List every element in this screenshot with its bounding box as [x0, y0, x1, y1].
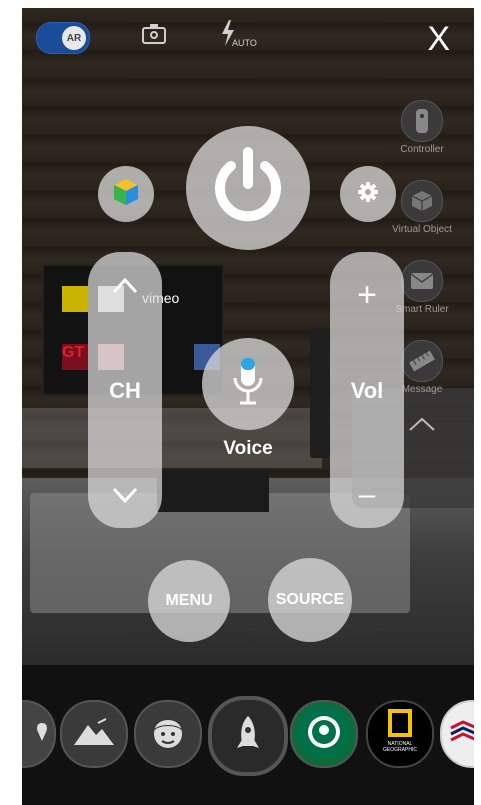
side-item-label: Virtual Object — [392, 224, 452, 235]
side-item-controller[interactable]: Controller — [382, 100, 462, 155]
flash-auto-icon[interactable]: AUTO — [220, 20, 257, 51]
channel-down-button[interactable] — [88, 480, 162, 510]
carousel-item[interactable] — [60, 700, 128, 768]
cube-icon — [401, 180, 443, 222]
bank-icon — [449, 719, 474, 749]
voice-button[interactable] — [202, 338, 294, 430]
power-button[interactable] — [186, 126, 310, 250]
settings-button[interactable] — [340, 166, 396, 222]
volume-control: + Vol – — [330, 252, 404, 528]
volume-down-button[interactable]: – — [330, 480, 404, 510]
channel-control: CH — [88, 252, 162, 528]
voice-label: Voice — [223, 438, 273, 459]
partial-app-icon — [35, 722, 49, 747]
top-bar: AR AUTO X — [22, 8, 474, 78]
gear-icon — [357, 181, 379, 208]
carousel-item-selected[interactable] — [208, 696, 288, 776]
object-carousel: NATIONAL GEOGRAPHIC — [22, 696, 474, 780]
carousel-item[interactable] — [290, 700, 358, 768]
channel-up-button[interactable] — [88, 270, 162, 300]
starbucks-icon — [296, 704, 352, 765]
chevron-up-icon[interactable] — [408, 416, 436, 437]
speaker — [310, 328, 330, 458]
menu-button[interactable]: MENU — [148, 560, 230, 642]
channel-label: CH — [109, 378, 141, 403]
flash-mode-label: AUTO — [232, 38, 257, 48]
smart-hub-button[interactable] — [98, 166, 154, 222]
rocket-icon — [233, 714, 263, 759]
close-button[interactable]: X — [427, 22, 450, 56]
svg-text:GEOGRAPHIC: GEOGRAPHIC — [383, 747, 417, 753]
ar-toggle[interactable]: AR — [36, 22, 90, 54]
volume-up-button[interactable]: + — [330, 278, 404, 312]
menu-label: MENU — [165, 592, 213, 609]
smart-hub-icon — [113, 178, 139, 211]
coffee-table — [157, 470, 269, 512]
tv-tile — [62, 286, 88, 312]
face-icon — [150, 712, 186, 757]
natgeo-icon: NATIONAL GEOGRAPHIC — [380, 708, 420, 760]
ruler-icon — [401, 340, 443, 382]
carousel-item[interactable] — [134, 700, 202, 768]
volume-label: Vol — [350, 378, 384, 403]
carousel-item[interactable] — [22, 700, 56, 768]
mail-icon — [401, 260, 443, 302]
carousel-item[interactable] — [440, 700, 474, 768]
app-screen: vimeo GT AR AUTO X Controller Virtual Ob… — [22, 8, 474, 805]
remote-icon — [401, 100, 443, 142]
switch-camera-icon[interactable] — [140, 22, 168, 51]
carousel-item[interactable]: NATIONAL GEOGRAPHIC — [366, 700, 434, 768]
microphone-icon — [231, 356, 265, 413]
mountain-icon — [72, 717, 116, 752]
power-icon — [211, 146, 285, 231]
ar-toggle-knob: AR — [62, 26, 86, 50]
tv-tile-text: GT — [62, 344, 88, 370]
source-label: SOURCE — [275, 591, 345, 608]
side-item-label: Controller — [400, 144, 444, 155]
source-button[interactable]: SOURCE — [268, 558, 352, 642]
